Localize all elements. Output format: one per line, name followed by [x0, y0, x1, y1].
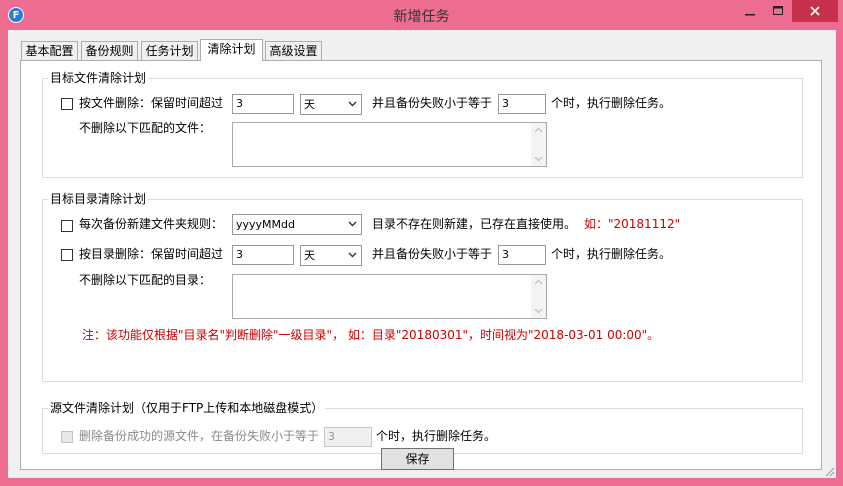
chevron-down-icon	[348, 221, 357, 227]
dir-example-label: 如："20181112"	[584, 217, 681, 231]
file-fail-condition-label: 并且备份失败小于等于	[372, 96, 493, 110]
delete-by-file-label: 按文件删除：保留时间超过	[79, 96, 224, 110]
minimize-button[interactable]	[735, 0, 765, 22]
file-keep-time-input[interactable]: 3	[232, 94, 294, 114]
dir-exclude-textarea[interactable]	[232, 274, 547, 319]
dir-keep-time-input[interactable]: 3	[232, 245, 294, 265]
delete-by-dir-checkbox[interactable]	[61, 249, 73, 261]
new-folder-rule-label: 每次备份新建文件夹规则：	[79, 217, 224, 231]
delete-by-file-checkbox[interactable]	[61, 98, 73, 110]
close-button[interactable]	[792, 0, 838, 22]
dir-time-unit-select[interactable]: 天	[300, 245, 362, 266]
resize-grip-icon[interactable]	[823, 465, 835, 477]
dir-note-label: 注：该功能仅根据"目录名"判断删除"一级目录"， 如：目录"20180301"，…	[82, 328, 660, 342]
close-icon	[810, 6, 820, 16]
folder-rule-select[interactable]: yyyyMMdd	[232, 214, 362, 235]
tab-basic-config[interactable]: 基本配置	[21, 41, 78, 60]
file-fail-suffix-label: 个时，执行删除任务。	[551, 96, 672, 110]
delete-source-checkbox[interactable]	[61, 431, 73, 443]
dir-exclude-scrollbar[interactable]	[531, 275, 546, 318]
maximize-icon	[773, 6, 783, 15]
file-exclude-label: 不删除以下匹配的文件：	[79, 121, 212, 135]
minimize-icon	[745, 14, 755, 16]
delete-by-dir-label: 按目录删除：保留时间超过	[79, 247, 224, 261]
title-bar[interactable]: F 新增任务	[0, 0, 843, 30]
maximize-button[interactable]	[765, 0, 791, 22]
dir-fail-condition-label: 并且备份失败小于等于	[372, 247, 493, 261]
chevron-down-icon	[348, 252, 357, 258]
dir-time-unit-value: 天	[304, 249, 315, 262]
dir-fail-suffix-label: 个时，执行删除任务。	[551, 247, 672, 261]
source-fail-suffix-label: 个时，执行删除任务。	[376, 429, 497, 443]
save-button[interactable]: 保存	[381, 448, 454, 470]
tab-task-schedule[interactable]: 任务计划	[141, 41, 198, 60]
tab-backup-rules[interactable]: 备份规则	[81, 41, 138, 60]
target-dir-group: 目标目录清除计划 每次备份新建文件夹规则： yyyyMMdd 目录不存在则新建，…	[42, 191, 803, 382]
file-fail-count-input[interactable]: 3	[498, 94, 546, 114]
folder-rule-value: yyyyMMdd	[236, 218, 295, 231]
tab-advanced-settings[interactable]: 高级设置	[265, 41, 322, 60]
source-fail-count-input[interactable]: 3	[324, 427, 372, 447]
scroll-up-icon	[534, 279, 543, 285]
dir-exclude-label: 不删除以下匹配的目录：	[79, 273, 212, 287]
chevron-down-icon	[348, 101, 357, 107]
file-time-unit-value: 天	[304, 98, 315, 111]
target-file-group: 目标文件清除计划 按文件删除：保留时间超过 3 天 并且备份失败小于等于 3 个…	[42, 70, 803, 178]
file-exclude-scrollbar[interactable]	[531, 123, 546, 166]
target-dir-group-title: 目标目录清除计划	[48, 191, 149, 207]
dir-info-label: 目录不存在则新建，已存在直接使用。	[372, 217, 577, 231]
window-title: 新增任务	[393, 9, 450, 25]
scroll-down-icon	[534, 156, 543, 162]
file-exclude-textarea[interactable]	[232, 122, 547, 167]
scroll-up-icon	[534, 127, 543, 133]
source-file-group-title: 源文件清除计划（仅用于FTP上传和本地磁盘模式）	[48, 400, 326, 416]
delete-source-label: 删除备份成功的源文件，在备份失败小于等于	[79, 429, 320, 443]
new-folder-rule-checkbox[interactable]	[61, 220, 73, 232]
dir-fail-count-input[interactable]: 3	[498, 245, 546, 265]
tab-cleanup-plan[interactable]: 清除计划	[200, 39, 263, 61]
file-time-unit-select[interactable]: 天	[300, 94, 362, 115]
dialog-client: 基本配置 备份规则 任务计划 清除计划 高级设置 目标文件清除计划 按文件删除：…	[8, 30, 836, 478]
cleanup-panel: 目标文件清除计划 按文件删除：保留时间超过 3 天 并且备份失败小于等于 3 个…	[20, 60, 822, 470]
scroll-down-icon	[534, 308, 543, 314]
target-file-group-title: 目标文件清除计划	[48, 70, 149, 86]
